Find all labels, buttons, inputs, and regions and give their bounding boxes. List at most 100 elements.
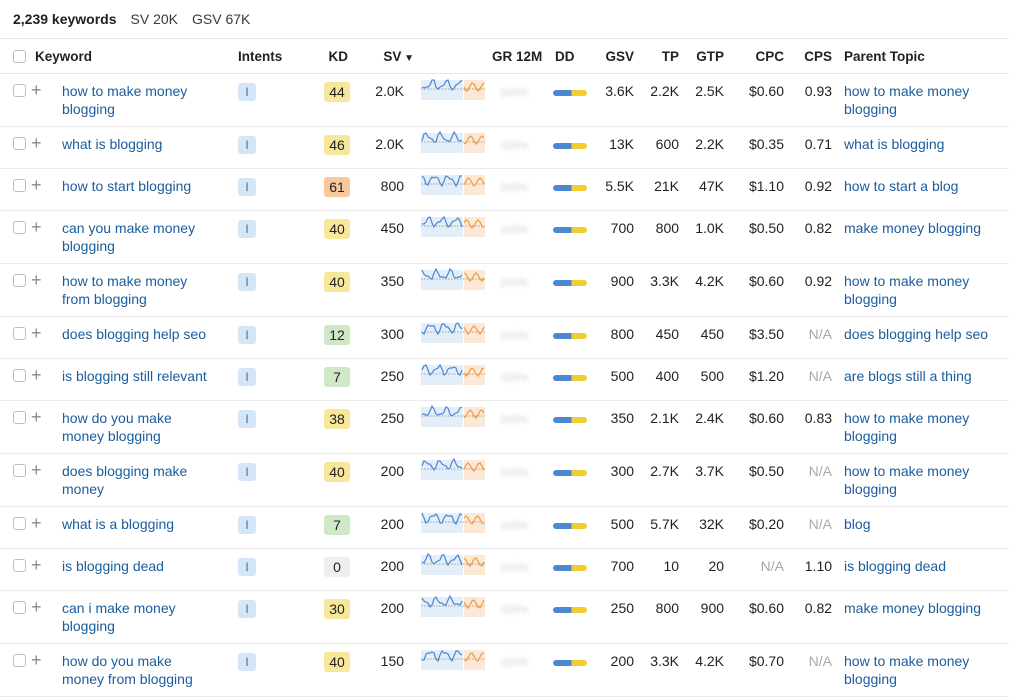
header-cps[interactable]: CPS	[790, 39, 838, 74]
plus-icon[interactable]: +	[31, 271, 42, 289]
row-checkbox[interactable]	[13, 654, 26, 667]
sv-trend-chart[interactable]	[420, 77, 486, 107]
header-gtp[interactable]: GTP	[685, 39, 730, 74]
header-gr[interactable]: GR 12M	[488, 39, 553, 74]
keyword-link[interactable]: can you make money blogging	[62, 219, 228, 255]
cps-value: 0.92	[804, 273, 833, 289]
keyword-link[interactable]: what is blogging	[62, 135, 228, 153]
sv-trend-chart[interactable]	[420, 172, 486, 202]
keyword-link[interactable]: how to make money blogging	[62, 82, 228, 118]
sv-trend-chart[interactable]	[420, 404, 486, 434]
parent-topic-link[interactable]: how to start a blog	[844, 177, 1003, 195]
sv-trend-chart[interactable]	[420, 647, 486, 677]
intent-cell: I	[234, 359, 300, 401]
header-dd[interactable]: DD	[553, 39, 595, 74]
header-cpc[interactable]: CPC	[730, 39, 790, 74]
row-checkbox[interactable]	[13, 464, 26, 477]
header-keyword[interactable]: Keyword	[31, 39, 234, 74]
dd-bar	[553, 227, 588, 233]
row-checkbox[interactable]	[13, 601, 26, 614]
keyword-line: blogging	[62, 101, 115, 117]
intent-badge[interactable]: I	[238, 558, 257, 576]
plus-icon[interactable]: +	[31, 218, 42, 236]
keyword-link[interactable]: how do you make money from blogging	[62, 652, 228, 688]
header-tp[interactable]: TP	[640, 39, 685, 74]
row-checkbox[interactable]	[13, 221, 26, 234]
parent-topic-link[interactable]: how to make money blogging	[844, 462, 1003, 498]
row-checkbox[interactable]	[13, 559, 26, 572]
parent-topic-link[interactable]: how to make money blogging	[844, 272, 1003, 308]
row-add-cell: +	[31, 359, 58, 401]
intent-badge[interactable]: I	[238, 600, 257, 618]
parent-topic-link[interactable]: how to make money blogging	[844, 82, 1003, 118]
row-checkbox[interactable]	[13, 327, 26, 340]
sv-trend-chart[interactable]	[420, 594, 486, 624]
header-parent-topic[interactable]: Parent Topic	[838, 39, 1009, 74]
parent-topic-link[interactable]: does blogging help seo	[844, 325, 1003, 343]
keyword-line: how to start blogging	[62, 178, 192, 194]
sv-value: 350	[380, 273, 405, 289]
parent-topic-link[interactable]: how to make money blogging	[844, 409, 1003, 445]
select-all-checkbox[interactable]	[13, 50, 26, 64]
plus-icon[interactable]: +	[31, 366, 42, 384]
parent-topic-link[interactable]: how to make money blogging	[844, 652, 1003, 688]
plus-icon[interactable]: +	[31, 324, 42, 342]
sv-trend-chart[interactable]	[420, 457, 486, 487]
row-checkbox[interactable]	[13, 137, 26, 150]
sv-trend-chart[interactable]	[420, 510, 486, 540]
intent-badge[interactable]: I	[238, 83, 257, 101]
keyword-link[interactable]: does blogging help seo	[62, 325, 228, 343]
keyword-link[interactable]: does blogging make money	[62, 462, 228, 498]
keyword-link[interactable]: what is a blogging	[62, 515, 228, 533]
keyword-link[interactable]: is blogging still relevant	[62, 367, 228, 385]
keyword-link[interactable]: how do you make money blogging	[62, 409, 228, 445]
intent-badge[interactable]: I	[238, 220, 257, 238]
row-checkbox[interactable]	[13, 179, 26, 192]
plus-icon[interactable]: +	[31, 134, 42, 152]
intent-badge[interactable]: I	[238, 136, 257, 154]
sv-trend-chart[interactable]	[420, 130, 486, 160]
header-sv[interactable]: SV ▼	[360, 39, 414, 74]
plus-icon[interactable]: +	[31, 461, 42, 479]
header-intents[interactable]: Intents	[234, 39, 300, 74]
sv-trend-chart[interactable]	[420, 214, 486, 244]
sv-trend-chart[interactable]	[420, 552, 486, 582]
intent-badge[interactable]: I	[238, 653, 257, 671]
parent-topic-link[interactable]: make money blogging	[844, 219, 1003, 237]
row-checkbox[interactable]	[13, 274, 26, 287]
keyword-link[interactable]: how to start blogging	[62, 177, 228, 195]
intent-badge[interactable]: I	[238, 368, 257, 386]
plus-icon[interactable]: +	[31, 598, 42, 616]
intent-badge[interactable]: I	[238, 463, 257, 481]
parent-topic-link[interactable]: make money blogging	[844, 599, 1003, 617]
plus-icon[interactable]: +	[31, 408, 42, 426]
keyword-link[interactable]: is blogging dead	[62, 557, 228, 575]
parent-topic-link[interactable]: are blogs still a thing	[844, 367, 1003, 385]
plus-icon[interactable]: +	[31, 514, 42, 532]
intent-badge[interactable]: I	[238, 326, 257, 344]
plus-icon[interactable]: +	[31, 556, 42, 574]
intent-badge[interactable]: I	[238, 516, 257, 534]
parent-topic-link[interactable]: what is blogging	[844, 135, 1003, 153]
plus-icon[interactable]: +	[31, 176, 42, 194]
row-checkbox[interactable]	[13, 369, 26, 382]
keyword-cell: does blogging help seo	[58, 317, 234, 359]
sv-trend-chart[interactable]	[420, 362, 486, 392]
sv-trend-chart[interactable]	[420, 320, 486, 350]
plus-icon[interactable]: +	[31, 651, 42, 669]
parent-topic-link[interactable]: is blogging dead	[844, 557, 1003, 575]
header-kd[interactable]: KD	[300, 39, 360, 74]
intent-badge[interactable]: I	[238, 410, 257, 428]
sv-trend-chart[interactable]	[420, 267, 486, 297]
keyword-link[interactable]: can i make money blogging	[62, 599, 228, 635]
plus-icon[interactable]: +	[31, 81, 42, 99]
intent-badge[interactable]: I	[238, 178, 257, 196]
row-checkbox[interactable]	[13, 517, 26, 530]
row-checkbox[interactable]	[13, 84, 26, 97]
header-gsv[interactable]: GSV	[595, 39, 640, 74]
keyword-link[interactable]: how to make money from blogging	[62, 272, 228, 308]
intent-badge[interactable]: I	[238, 273, 257, 291]
row-checkbox[interactable]	[13, 411, 26, 424]
header-select-all[interactable]	[0, 39, 31, 74]
parent-topic-link[interactable]: blog	[844, 515, 1003, 533]
